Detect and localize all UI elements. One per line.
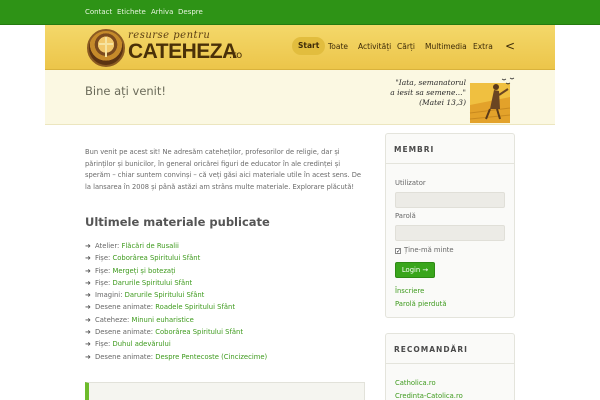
recommend-title: RECOMANDĂRI <box>394 345 468 354</box>
remember-checkbox[interactable]: ✓ <box>395 248 401 255</box>
nav-carti[interactable]: Cărți <box>397 38 415 56</box>
login-button[interactable]: Login → <box>395 262 435 278</box>
arrow-right-icon: ➜ <box>85 303 91 312</box>
item-type: Fișe: <box>95 340 111 349</box>
members-title: MEMBRI <box>394 145 435 154</box>
arrow-right-icon: ➜ <box>85 291 91 300</box>
item-type: Desene animate: <box>95 352 154 361</box>
remember-label: Ține-mă minte <box>404 246 454 254</box>
topnav-arhiva[interactable]: Arhiva <box>151 8 173 16</box>
item-link[interactable]: Despre Pentecoste (Cincizecime) <box>155 353 267 361</box>
item-link[interactable]: Duhul adevărului <box>113 340 171 348</box>
sower-illustration-icon <box>469 77 515 123</box>
arrow-right-icon: ➜ <box>85 266 91 275</box>
list-item: ➜ Fișe: Duhul adevărului <box>85 340 367 352</box>
list-item: ➜ Atelier: Flăcări de Rusalii <box>85 242 367 254</box>
password-field[interactable] <box>395 225 505 241</box>
item-type: Atelier: <box>95 242 120 250</box>
nav-toate[interactable]: Toate <box>328 38 348 56</box>
recommend-link[interactable]: Credinta-Catolica.ro <box>395 392 463 400</box>
nav-multimedia[interactable]: Multimedia <box>425 38 467 56</box>
quote-line: "Iata, semanatorul <box>395 78 466 87</box>
item-link[interactable]: Darurile Spiritului Sfânt <box>113 279 193 287</box>
arrow-right-icon: ➜ <box>85 315 91 324</box>
intro-text: Bun venit pe acest sit! Ne adresăm cateh… <box>85 148 362 191</box>
nav-start[interactable]: Start <box>292 37 326 55</box>
topnav-contact[interactable]: Contact <box>85 8 112 16</box>
arrow-right-icon: ➜ <box>85 278 91 287</box>
arrow-right-icon: ➜ <box>85 328 91 337</box>
topnav-despre[interactable]: Despre <box>178 8 203 16</box>
lost-password-link[interactable]: Parolă pierdută <box>395 300 447 308</box>
register-link[interactable]: Înscriere <box>395 287 424 295</box>
list-item: ➜ Fișe: Darurile Spiritului Sfânt <box>85 279 367 291</box>
list-item: ➜ Desene animate: Roadele Spiritului Sfân… <box>85 303 367 315</box>
quote-line: (Matei 13,3) <box>419 98 466 107</box>
username-label: Utilizator <box>395 179 426 187</box>
item-type: Fișe: <box>95 278 111 287</box>
divider <box>386 363 514 364</box>
item-link[interactable]: Minuni euharistice <box>131 316 193 324</box>
list-item: ➜ Cateheze: Minuni euharistice <box>85 316 367 328</box>
page-title: Bine ați venit! <box>85 84 166 98</box>
item-type: Cateheze: <box>95 315 130 324</box>
list-item: ➜ Fișe: Coborârea Spiritului Sfânt <box>85 254 367 266</box>
next-section-box <box>85 382 365 400</box>
item-link[interactable]: Coborârea Spiritului Sfânt <box>113 254 201 262</box>
password-label: Parolă <box>395 212 416 220</box>
logo-icon[interactable] <box>87 29 125 67</box>
list-item: ➜ Desene animate: Despre Pentecoste (Cinc… <box>85 353 367 365</box>
list-item: ➜ Desene animate: Coborârea Spiritului Sf… <box>85 328 367 340</box>
recommend-panel <box>385 333 515 400</box>
item-link[interactable]: Coborârea Spiritului Sfânt <box>155 328 243 336</box>
item-type: Imagini: <box>95 291 123 300</box>
item-type: Desene animate: <box>95 303 154 312</box>
nav-extra[interactable]: Extra <box>473 38 493 56</box>
section-title: Ultimele materiale publicate <box>85 215 270 229</box>
list-item: ➜ Imagini: Darurile Spiritului Sfânt <box>85 291 367 303</box>
username-field[interactable] <box>395 192 505 208</box>
topnav-etichete[interactable]: Etichete <box>117 8 146 16</box>
item-type: Fișe: <box>95 254 111 263</box>
list-item: ➜ Fișe: Mergeți și botezați <box>85 267 367 279</box>
arrow-right-icon: ➜ <box>85 242 91 250</box>
logo-suffix: .ro <box>229 50 243 61</box>
arrow-right-icon: ➜ <box>85 340 91 349</box>
item-link[interactable]: Mergeți și botezați <box>113 267 176 275</box>
recommend-link[interactable]: Catholica.ro <box>395 379 436 387</box>
divider <box>386 163 514 164</box>
top-bar: Contact Etichete Arhiva Despre <box>0 0 600 25</box>
quote-line: a iesit sa semene..." <box>390 88 466 97</box>
item-link[interactable]: Flăcări de Rusalii <box>121 242 178 250</box>
logo-title[interactable]: CATEHEZA <box>128 40 237 64</box>
share-icon[interactable]: < <box>505 39 515 53</box>
sower-quote: "Iata, semanatorul a iesit sa semene..."… <box>381 78 466 108</box>
arrow-right-icon: ➜ <box>85 352 91 361</box>
item-type: Desene animate: <box>95 328 154 337</box>
item-link[interactable]: Roadele Spiritului Sfânt <box>155 303 235 311</box>
item-type: Fișe: <box>95 266 111 275</box>
recent-list: ➜ Atelier: Flăcări de Rusalii ➜ Fișe: Cobo… <box>85 242 367 365</box>
item-link[interactable]: Darurile Spiritului Sfânt <box>125 291 205 299</box>
nav-activitati[interactable]: Activități <box>358 38 391 56</box>
arrow-right-icon: ➜ <box>85 254 91 263</box>
